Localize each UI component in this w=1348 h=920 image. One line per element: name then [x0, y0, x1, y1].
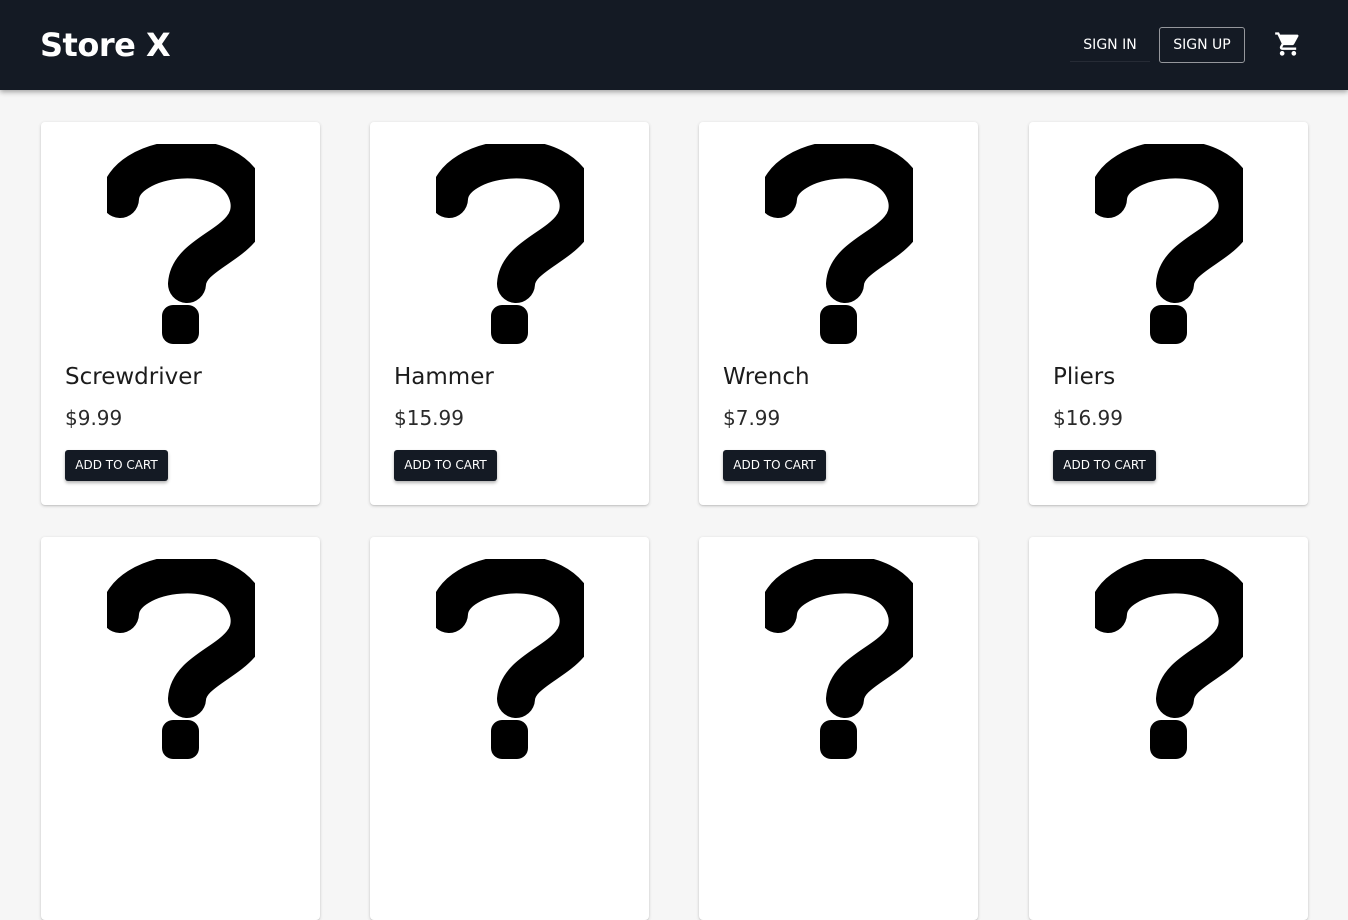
question-mark-icon: [107, 144, 255, 344]
product-name: Wrench: [723, 364, 810, 390]
product-price: $9.99: [65, 406, 123, 430]
add-to-cart-button[interactable]: ADD TO CART: [65, 450, 168, 481]
product-name: Pliers: [1053, 364, 1116, 390]
product-name: Hammer: [394, 364, 494, 390]
sign-up-button[interactable]: SIGN UP: [1159, 27, 1245, 63]
product-price: $7.99: [723, 406, 781, 430]
product-grid: Screwdriver $9.99 ADD TO CART Hammer $15…: [0, 0, 1348, 920]
question-mark-icon: [765, 144, 913, 344]
question-mark-icon: [1095, 559, 1243, 759]
product-card: [699, 537, 978, 920]
product-card: Pliers $16.99 ADD TO CART: [1029, 122, 1308, 505]
sign-in-button[interactable]: SIGN IN: [1070, 28, 1150, 62]
add-to-cart-button[interactable]: ADD TO CART: [1053, 450, 1156, 481]
add-to-cart-button[interactable]: ADD TO CART: [723, 450, 826, 481]
app-bar: Store X SIGN IN SIGN UP: [0, 0, 1348, 90]
product-name: Screwdriver: [65, 364, 202, 390]
shopping-cart-icon[interactable]: [1274, 30, 1302, 58]
product-card: [370, 537, 649, 920]
question-mark-icon: [765, 559, 913, 759]
product-price: $15.99: [394, 406, 464, 430]
product-card: Wrench $7.99 ADD TO CART: [699, 122, 978, 505]
question-mark-icon: [1095, 144, 1243, 344]
store-logo-title[interactable]: Store X: [40, 26, 171, 64]
product-card: Hammer $15.99 ADD TO CART: [370, 122, 649, 505]
product-card: [41, 537, 320, 920]
product-price: $16.99: [1053, 406, 1123, 430]
product-card: [1029, 537, 1308, 920]
question-mark-icon: [436, 144, 584, 344]
product-card: Screwdriver $9.99 ADD TO CART: [41, 122, 320, 505]
question-mark-icon: [436, 559, 584, 759]
question-mark-icon: [107, 559, 255, 759]
add-to-cart-button[interactable]: ADD TO CART: [394, 450, 497, 481]
